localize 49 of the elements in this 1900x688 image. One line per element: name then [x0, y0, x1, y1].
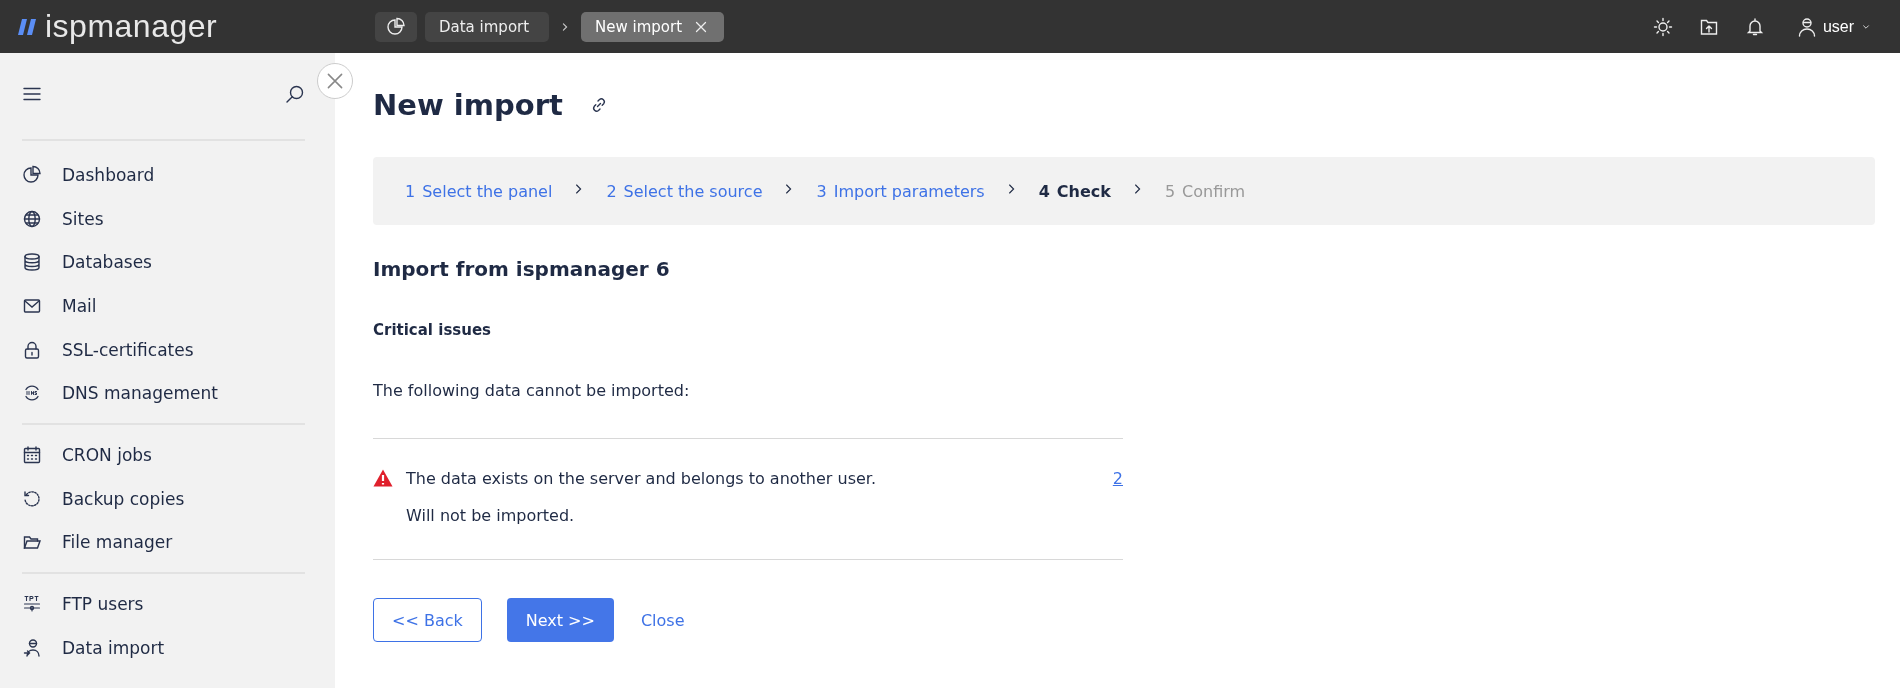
intro-text: The following data cannot be imported: — [373, 381, 691, 400]
sun-icon — [1652, 16, 1673, 37]
globe-icon — [22, 208, 42, 229]
user-icon — [1796, 16, 1817, 37]
back-button[interactable]: << Back — [373, 598, 482, 642]
sidebar-item[interactable]: CRON jobs — [62, 444, 152, 465]
wizard-step[interactable]: 4 Check — [1038, 181, 1111, 201]
logo-icon — [17, 18, 39, 35]
dashboard-button[interactable] — [375, 11, 417, 42]
wizard-step[interactable]: 3 Import parameters — [816, 181, 985, 201]
issue-message: The data exists on the server and belongs to another user. — [406, 469, 878, 488]
user-import-icon — [22, 637, 42, 658]
close-sidebar-button[interactable] — [317, 63, 353, 99]
section-title: Import from ispmanager 6 — [373, 257, 671, 281]
close-link[interactable]: Close — [638, 610, 685, 630]
page-title: New import — [373, 88, 563, 122]
sidebar-item[interactable]: Mail — [62, 295, 97, 316]
wizard-step[interactable]: 1 Select the panel — [405, 181, 553, 201]
search-button[interactable] — [285, 84, 305, 104]
sidebar-item[interactable]: Data import — [62, 637, 165, 658]
bell-icon — [1744, 16, 1765, 37]
sidebar-item[interactable]: Dashboard — [62, 164, 155, 185]
wizard-step[interactable]: 2 Select the source — [606, 181, 763, 201]
warning-icon — [373, 469, 393, 487]
dns-icon — [22, 383, 42, 404]
breadcrumb-tab[interactable]: Data import — [425, 11, 549, 42]
issue-note: Will not be imported. — [406, 506, 576, 525]
restore-icon — [22, 488, 42, 509]
lock-icon — [22, 339, 42, 360]
pie-chart-icon — [386, 16, 406, 37]
search-icon — [285, 84, 305, 104]
sidebar-item[interactable]: SSL-certificates — [62, 339, 194, 360]
next-button[interactable]: Next >> — [506, 598, 614, 642]
theme-button[interactable] — [1652, 16, 1673, 37]
sidebar-item[interactable]: Sites — [62, 208, 104, 229]
sidebar-item[interactable]: Databases — [62, 252, 152, 273]
sidebar-item[interactable]: Backup copies — [62, 488, 185, 509]
user-menu[interactable]: user — [1790, 15, 1878, 38]
sidebar-item[interactable]: FTP users — [62, 594, 144, 615]
notifications-button[interactable] — [1744, 16, 1765, 37]
pie-chart-icon — [22, 164, 42, 185]
calendar-icon — [22, 444, 42, 465]
issue-count-link[interactable]: 2 — [1112, 469, 1123, 488]
database-icon — [22, 252, 42, 273]
logo-text: ispmanager — [45, 8, 218, 45]
sidebar-item[interactable]: File manager — [62, 532, 173, 553]
sidebar-item[interactable]: DNS management — [62, 383, 218, 404]
subsection-title: Critical issues — [373, 321, 492, 339]
breadcrumb-tab[interactable]: New import — [581, 11, 724, 42]
